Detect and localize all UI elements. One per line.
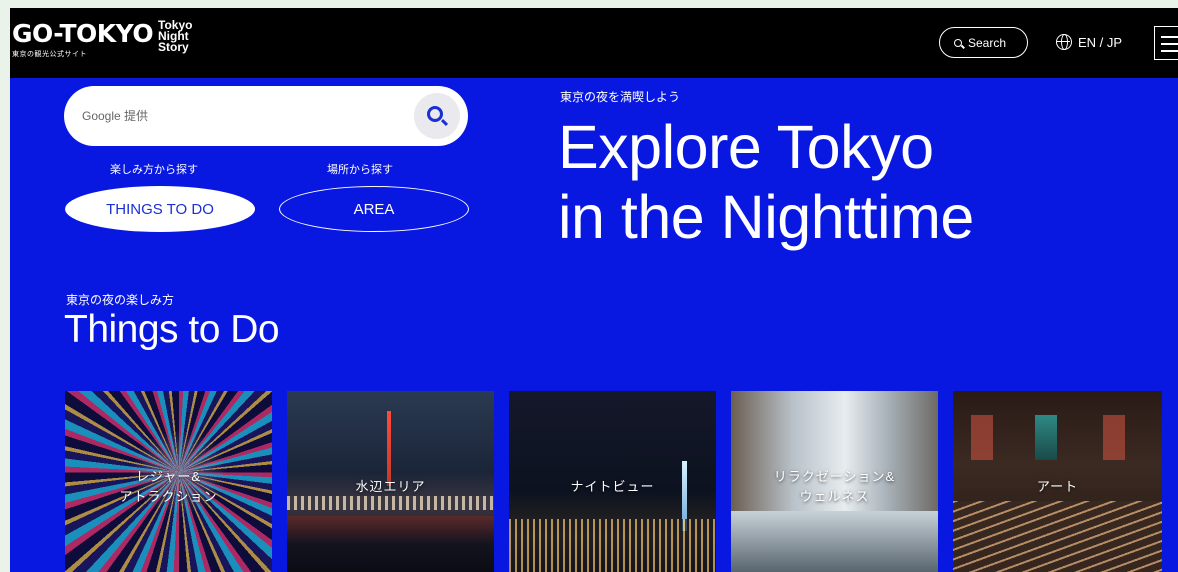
section-subtitle: 東京の夜の楽しみ方: [66, 293, 175, 307]
pool-image: [731, 511, 938, 572]
hero-subtitle: 東京の夜を満喫しよう: [560, 90, 681, 104]
city-lights-image: [509, 519, 716, 572]
menu-line: [1161, 43, 1178, 45]
hero-title: Explore Tokyo in the Nighttime: [558, 112, 974, 252]
category-card-night-view[interactable]: ナイトビュー: [509, 391, 716, 572]
header-search-label: Search: [968, 35, 1007, 50]
logo-subtitle: 東京の観光公式サイト: [12, 51, 87, 58]
search-icon: [954, 38, 962, 47]
page: GO-TOKYO 東京の観光公式サイト Tokyo Night Story Se…: [10, 8, 1178, 572]
card-label-line: ウェルネス: [799, 489, 870, 504]
water-image: [287, 516, 494, 572]
hero-title-line: Explore Tokyo: [558, 113, 934, 181]
card-label-line: レジャー&: [135, 469, 202, 484]
logo-side-line: Story: [158, 40, 189, 54]
card-label: リラクゼーション& ウェルネス: [731, 467, 938, 507]
card-label: アート: [1036, 479, 1079, 494]
google-search-box: [64, 86, 468, 146]
search-submit-button[interactable]: [414, 93, 460, 139]
header-search-button[interactable]: Search: [939, 27, 1028, 58]
language-label: EN / JP: [1078, 34, 1123, 50]
category-card-leisure[interactable]: レジャー& アトラクション: [65, 391, 272, 572]
menu-line: [1161, 36, 1178, 38]
card-label-line: リラクゼーション&: [773, 469, 896, 484]
menu-line: [1161, 50, 1178, 52]
window-image: [971, 415, 993, 460]
things-to-do-button[interactable]: THINGS TO DO: [65, 186, 255, 232]
window-image: [1035, 415, 1057, 460]
site-header: GO-TOKYO 東京の観光公式サイト Tokyo Night Story Se…: [10, 8, 1178, 78]
tower-image: [387, 411, 391, 486]
hamburger-menu-button[interactable]: [1154, 26, 1178, 60]
tokyo-night-story-logo[interactable]: Tokyo Night Story: [158, 19, 192, 54]
category-card-art[interactable]: アート: [953, 391, 1162, 572]
card-label: レジャー& アトラクション: [65, 467, 272, 507]
site-logo[interactable]: GO-TOKYO 東京の観光公式サイト: [12, 19, 154, 59]
card-label: ナイトビュー: [570, 479, 655, 494]
section-title: Things to Do: [64, 308, 280, 351]
steps-image: [953, 501, 1162, 572]
logo-text: GO-TOKYO: [12, 19, 154, 48]
area-button[interactable]: AREA: [279, 186, 469, 232]
search-input[interactable]: [82, 104, 382, 128]
search-icon: [427, 106, 443, 122]
things-filter-caption: 楽しみ方から探す: [110, 164, 198, 176]
category-card-relaxation[interactable]: リラクゼーション& ウェルネス: [731, 391, 938, 572]
hero-title-line: in the Nighttime: [558, 183, 974, 251]
area-filter-caption: 場所から探す: [327, 164, 393, 176]
globe-icon: [1056, 34, 1072, 50]
card-label-line: アトラクション: [119, 489, 218, 504]
language-switcher[interactable]: EN / JP: [1056, 34, 1122, 50]
window-image: [1103, 415, 1125, 460]
card-label: 水辺エリア: [355, 479, 426, 494]
city-image: [287, 496, 494, 510]
category-card-waterfront[interactable]: 水辺エリア: [287, 391, 494, 572]
